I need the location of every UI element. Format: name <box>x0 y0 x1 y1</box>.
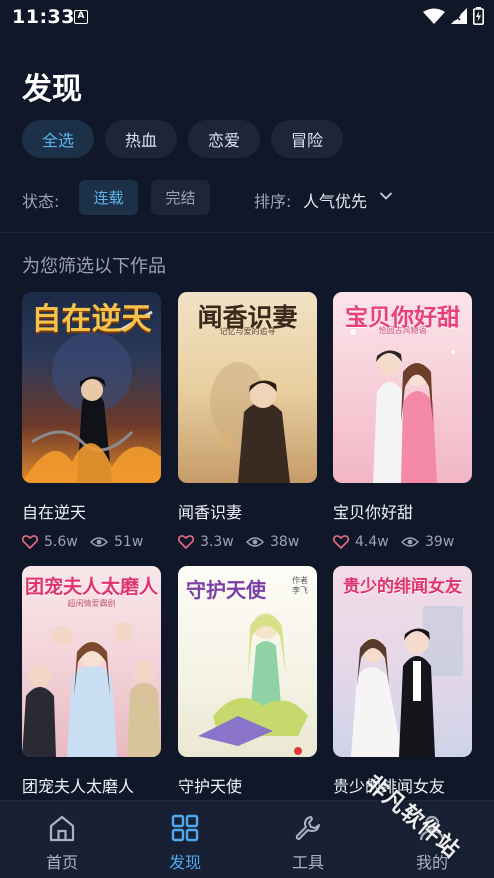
nav-tools[interactable]: 工具 <box>273 813 343 873</box>
nav-tools-label: 工具 <box>291 853 324 872</box>
comic-stats: 5.6w 51w <box>22 533 161 551</box>
comic-card[interactable]: 宝贝你好甜 恰园古风物语 宝贝你好甜 4.4w 39w <box>333 292 472 551</box>
cover-title: 团宠夫人太磨人 <box>24 576 158 598</box>
nav-home-label: 首页 <box>45 853 78 872</box>
status-serializing-button[interactable]: 连载 <box>79 180 138 215</box>
comic-card[interactable]: 团宠夫人太磨人 超闲情爱霸剧 团宠夫人太磨人 <box>22 566 161 797</box>
comic-title: 自在逆天 <box>22 503 87 522</box>
comic-cover[interactable]: 闻香识妻 记忆与爱的追寻 <box>178 292 317 483</box>
notification-a-icon: A <box>74 10 88 24</box>
page-title: 发现 <box>22 72 82 107</box>
chevron-down-icon[interactable] <box>379 189 393 203</box>
cover-subtitle: 恰园古风物语 <box>378 326 427 335</box>
likes-count: 4.4w <box>355 534 389 550</box>
heart-icon <box>333 535 349 549</box>
comic-cover[interactable]: 团宠夫人太磨人 超闲情爱霸剧 <box>22 566 161 757</box>
nav-discover[interactable]: 发现 <box>150 813 220 873</box>
comic-card[interactable]: 守护天使 作者 李飞 守护天使 <box>178 566 317 797</box>
comic-title: 团宠夫人太磨人 <box>22 777 135 796</box>
cover-subtitle: 作者 李飞 <box>292 576 308 595</box>
wifi-icon <box>423 8 445 24</box>
comic-cover[interactable]: 守护天使 作者 李飞 <box>178 566 317 757</box>
comic-cover[interactable]: 贵少的绯闻女友 <box>333 566 472 757</box>
comic-card[interactable]: 闻香识妻 记忆与爱的追寻 闻香识妻 3.3w 38w <box>178 292 317 551</box>
cover-subtitle: 超闲情爱霸剧 <box>67 599 116 608</box>
wrench-icon <box>295 816 320 840</box>
heart-icon <box>178 535 194 549</box>
likes-count: 3.3w <box>200 534 234 550</box>
likes-count: 5.6w <box>44 534 78 550</box>
status-bar: 11:33 A <box>0 0 494 34</box>
cover-title: 自在逆天 <box>31 302 152 337</box>
battery-charging-icon <box>473 7 484 25</box>
eye-icon <box>401 537 419 547</box>
sort-dropdown[interactable]: 人气优先 <box>303 188 367 212</box>
divider <box>0 232 494 233</box>
genre-chips: 全选 热血 恋爱 冒险 <box>22 120 343 158</box>
comic-cover[interactable]: 宝贝你好甜 恰园古风物语 <box>333 292 472 483</box>
signal-icon <box>451 8 467 24</box>
status-icons <box>423 6 484 26</box>
comic-card[interactable]: 贵少的绯闻女友 贵少的绯闻女友 <box>333 566 472 797</box>
heart-icon <box>22 535 38 549</box>
chip-hot-blood[interactable]: 热血 <box>105 120 177 158</box>
comic-card[interactable]: 自在逆天 自在逆天 5.6w 51w <box>22 292 161 551</box>
cover-title: 贵少的绯闻女友 <box>343 577 462 597</box>
comic-title: 闻香识妻 <box>178 503 243 522</box>
sort-label: 排序: <box>254 192 292 211</box>
comic-stats: 4.4w 39w <box>333 533 472 551</box>
views-count: 38w <box>270 534 300 550</box>
chip-adventure[interactable]: 冒险 <box>271 120 343 158</box>
views-count: 51w <box>114 534 144 550</box>
discover-screen: 11:33 A 发现 全选 热血 恋爱 冒险 状态: 连载 完结 排序: 人气优… <box>0 0 494 878</box>
eye-icon <box>90 537 108 547</box>
status-time: 11:33 <box>12 6 75 28</box>
section-title: 为您筛选以下作品 <box>22 256 166 277</box>
views-count: 39w <box>425 534 455 550</box>
nav-discover-label: 发现 <box>168 853 201 872</box>
filter-row: 状态: 连载 完结 排序: 人气优先 <box>22 180 472 216</box>
status-completed-button[interactable]: 完结 <box>151 180 210 215</box>
comic-stats: 3.3w 38w <box>178 533 317 551</box>
eye-icon <box>246 537 264 547</box>
comic-title: 守护天使 <box>178 777 243 796</box>
comic-title: 宝贝你好甜 <box>333 503 414 522</box>
status-filter-label: 状态: <box>22 192 60 211</box>
chip-all[interactable]: 全选 <box>22 120 94 158</box>
comic-cover[interactable]: 自在逆天 <box>22 292 161 483</box>
cover-subtitle: 记忆与爱的追寻 <box>219 327 276 336</box>
home-icon <box>49 815 75 842</box>
grid-icon <box>171 814 199 842</box>
nav-home[interactable]: 首页 <box>27 813 97 873</box>
chip-romance[interactable]: 恋爱 <box>188 120 260 158</box>
